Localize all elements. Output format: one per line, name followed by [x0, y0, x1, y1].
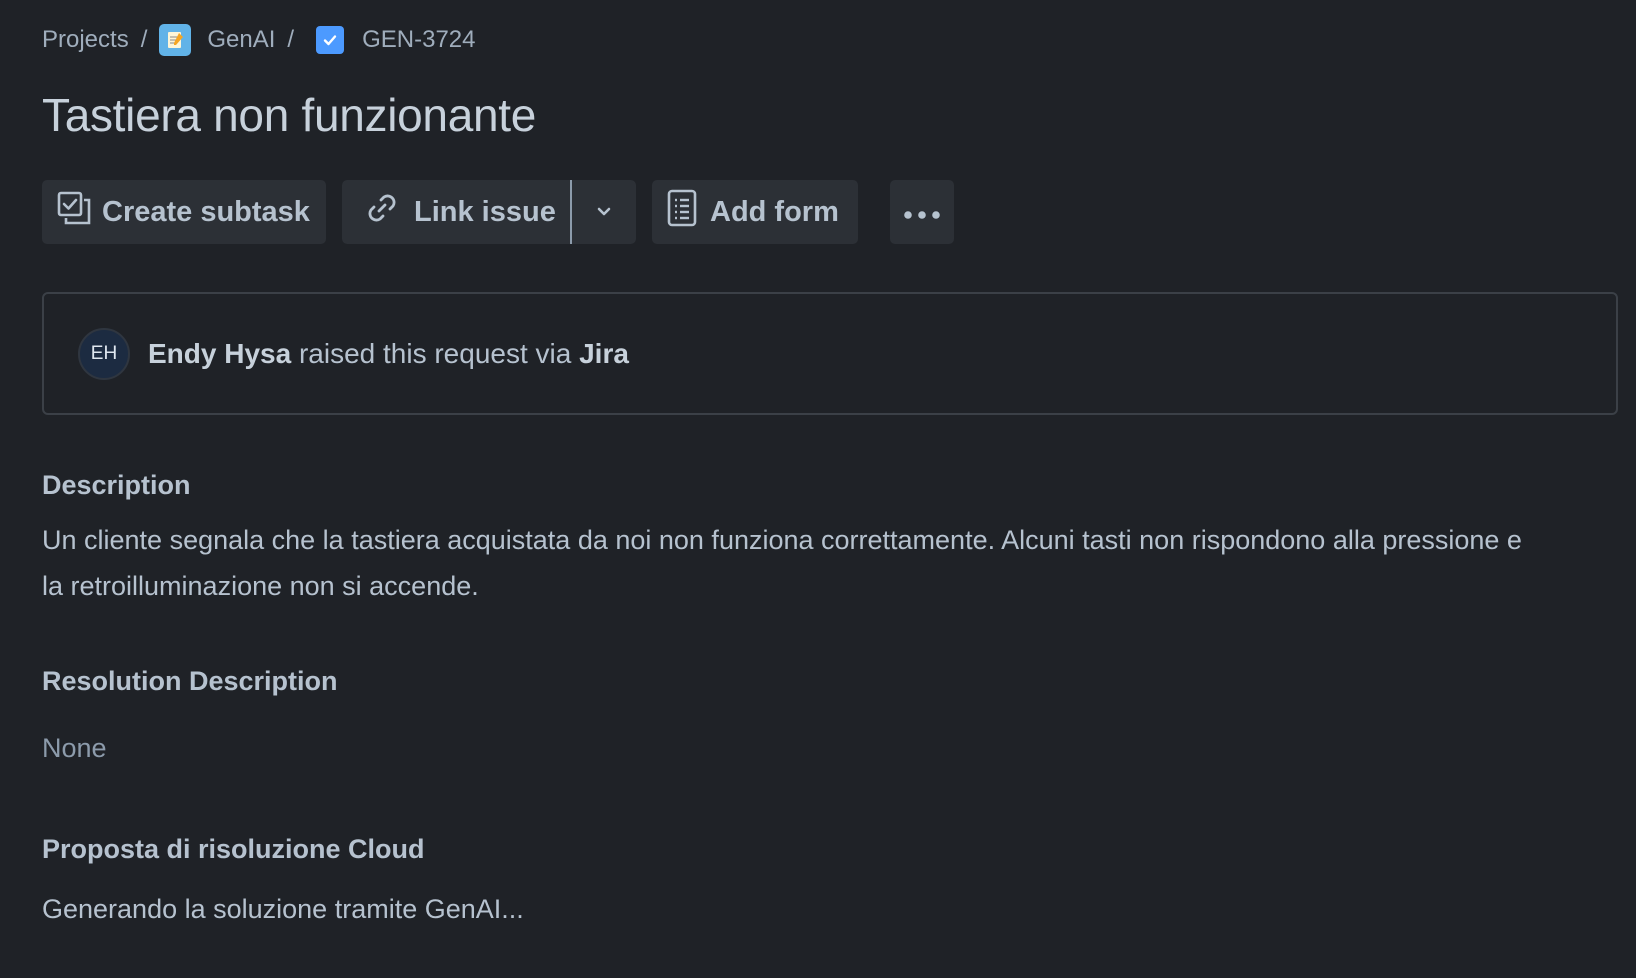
- reporter-name[interactable]: Endy Hysa: [148, 338, 291, 369]
- create-subtask-button[interactable]: Create subtask: [42, 180, 326, 244]
- breadcrumb-project-label: GenAI: [207, 26, 276, 53]
- task-checkbox-icon: [316, 26, 345, 54]
- subtask-icon: [56, 190, 92, 234]
- resolution-description-label: Resolution Description: [42, 666, 338, 696]
- more-actions-button[interactable]: [890, 180, 954, 244]
- breadcrumb: Projects / GenAI / GEN-3724: [42, 20, 475, 60]
- create-subtask-label: Create subtask: [102, 195, 310, 228]
- request-middle-text: raised this request via: [298, 337, 572, 369]
- link-issue-button[interactable]: Link issue: [342, 180, 570, 244]
- request-info-panel: EH Endy Hysa raised this request via Jir…: [42, 292, 1618, 415]
- link-issue-split-button: Link issue: [342, 180, 636, 244]
- notepad-icon: [159, 24, 192, 56]
- link-issue-dropdown-button[interactable]: [572, 180, 636, 244]
- request-summary: Endy Hysa raised this request via Jira: [148, 338, 629, 370]
- ellipsis-icon: [902, 196, 942, 229]
- breadcrumb-projects-link[interactable]: Projects: [42, 26, 129, 54]
- issue-toolbar: Create subtask Link issue Add form: [42, 180, 954, 244]
- description-label: Description: [42, 470, 191, 500]
- proposal-label: Proposta di risoluzione Cloud: [42, 834, 425, 864]
- breadcrumb-separator: /: [140, 26, 148, 53]
- form-icon: [666, 188, 698, 236]
- avatar[interactable]: EH: [78, 327, 130, 380]
- add-form-label: Add form: [710, 195, 839, 228]
- link-icon: [364, 190, 400, 234]
- breadcrumb-project-link[interactable]: GenAI: [159, 24, 275, 56]
- proposal-value[interactable]: Generando la soluzione tramite GenAI...: [42, 886, 1522, 932]
- issue-view: Projects / GenAI / GEN-3724 Tastiera non…: [0, 0, 1636, 978]
- chevron-down-icon: [594, 196, 614, 229]
- resolution-description-value[interactable]: None: [42, 725, 1522, 771]
- issue-title[interactable]: Tastiera non funzionante: [42, 88, 536, 142]
- breadcrumb-issue-key: GEN-3724: [362, 26, 476, 53]
- breadcrumb-issue-link[interactable]: GEN-3724: [306, 26, 475, 54]
- link-issue-label: Link issue: [414, 195, 556, 228]
- breadcrumb-separator: /: [287, 26, 295, 53]
- request-channel: Jira: [579, 337, 629, 369]
- add-form-button[interactable]: Add form: [652, 180, 858, 244]
- description-text[interactable]: Un cliente segnala che la tastiera acqui…: [42, 517, 1522, 609]
